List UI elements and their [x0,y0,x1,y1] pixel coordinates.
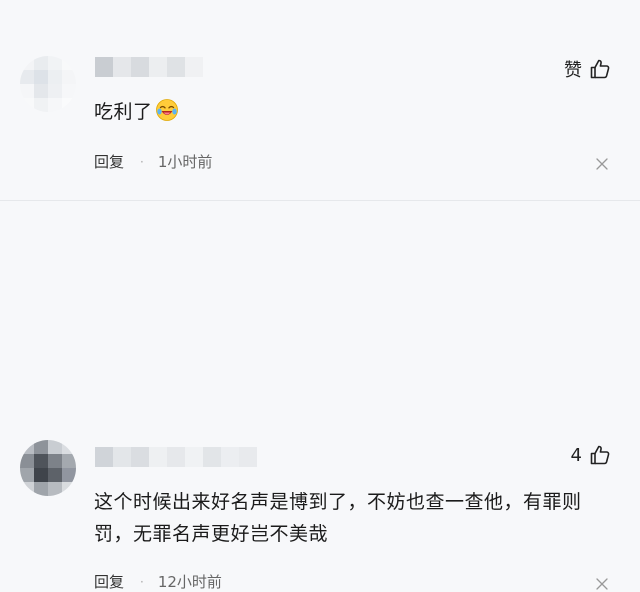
timestamp: 12小时前 [157,573,222,591]
like-count: 4 [570,444,582,466]
username-blurred[interactable] [95,447,257,467]
laughing-crying-emoji-icon [155,99,178,121]
comment-text-body: 吃利了 [94,101,153,123]
comment-item: 吃利了 赞 回复 · 1小时前 [0,0,640,200]
like-button[interactable]: 4 [571,443,612,467]
username-blurred[interactable] [95,57,203,77]
comment-meta: 回复 · 1小时前 [94,151,212,172]
comment-item: 这个时候出来好名声是博到了，不妨也查一查他，有罪则罚，无罪名声更好岂不美哉 4 … [0,200,640,591]
thumbs-up-icon [590,59,610,79]
thumbs-up-icon [590,445,610,465]
comment-text: 吃利了 [94,96,179,128]
meta-separator: · [140,154,144,169]
comment-text: 这个时候出来好名声是博到了，不妨也查一查他，有罪则罚，无罪名声更好岂不美哉 [94,491,582,545]
reply-button[interactable]: 回复 [94,571,124,592]
meta-separator: · [140,574,144,589]
close-icon[interactable] [596,158,608,170]
reply-button[interactable]: 回复 [94,151,124,172]
close-icon[interactable] [596,578,608,590]
like-label: 赞 [564,60,582,81]
comment-meta: 回复 · 12小时前 [94,571,222,592]
like-button[interactable]: 赞 [564,56,612,82]
avatar[interactable] [20,56,76,112]
avatar[interactable] [20,440,76,496]
timestamp: 1小时前 [157,153,213,171]
